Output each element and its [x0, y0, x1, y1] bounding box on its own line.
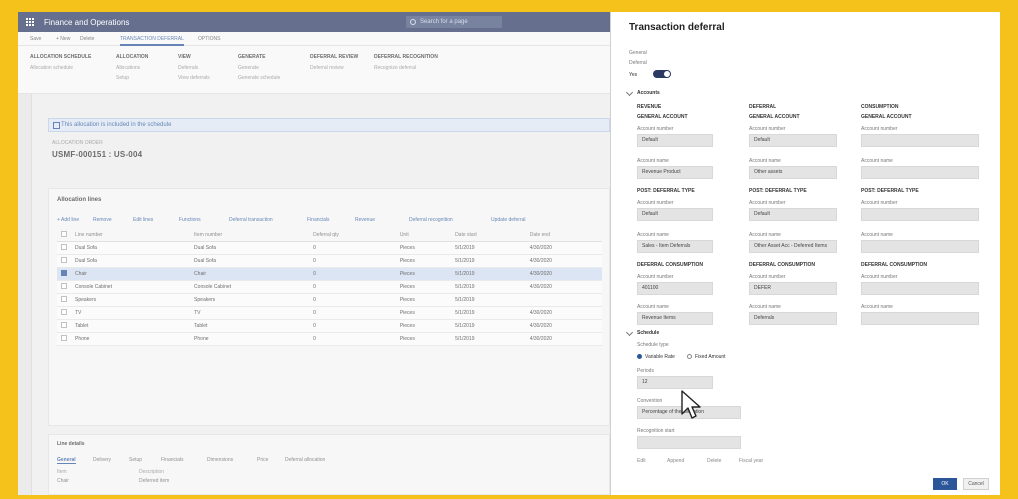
- revenue-account-number-field[interactable]: Default: [637, 134, 713, 147]
- consumption-account-name-field: [861, 166, 979, 179]
- field-label: Account name: [749, 232, 781, 238]
- deferral-post-account-field[interactable]: Default: [749, 208, 837, 221]
- chevron-down-icon[interactable]: [625, 88, 634, 97]
- field-label: Account name: [861, 158, 893, 164]
- consumption-account-number-field[interactable]: [861, 134, 979, 147]
- deferral-consumption-name-field: Deferrals: [749, 312, 837, 325]
- field-label: Account name: [861, 232, 893, 238]
- deferral-account-number-field[interactable]: Default: [749, 134, 837, 147]
- field-label: Account name: [749, 158, 781, 164]
- field-label: Account number: [861, 126, 898, 132]
- schedule-type-label: Schedule type: [637, 342, 669, 348]
- field-label: Account number: [861, 200, 898, 206]
- consumption-header: DEFERRAL CONSUMPTION: [861, 262, 928, 268]
- field-label: Account name: [637, 158, 669, 164]
- mouse-pointer-icon: [681, 390, 701, 419]
- deferral-toggle[interactable]: [653, 70, 671, 78]
- field-label: Account number: [749, 274, 786, 280]
- consumption-col-header: CONSUMPTION: [861, 104, 899, 110]
- periods-field[interactable]: 12: [637, 376, 713, 389]
- revenue-subheader: GENERAL ACCOUNT: [637, 114, 688, 120]
- radio-variable-rate[interactable]: [637, 354, 642, 359]
- edit-button[interactable]: Edit: [637, 458, 646, 464]
- deferral-account-name-field: Other assets: [749, 166, 837, 179]
- field-label: Account number: [749, 200, 786, 206]
- radio-label: Variable Rate: [645, 354, 675, 360]
- recognition-start-label: Recognition start: [637, 428, 675, 434]
- general-label: General: [629, 50, 647, 56]
- radio-fixed-amount[interactable]: [687, 354, 692, 359]
- field-label: Account number: [637, 126, 674, 132]
- post-header: POST: DEFERRAL TYPE: [749, 188, 807, 194]
- deferral-consumption-account-field[interactable]: DEFER: [749, 282, 837, 295]
- accounts-section-header[interactable]: Accounts: [637, 90, 660, 96]
- deferral-toggle-value: Yes: [629, 72, 638, 78]
- revenue-header: REVENUE: [637, 104, 662, 110]
- radio-label: Fixed Amount: [695, 354, 726, 360]
- panel-title: Transaction deferral: [629, 22, 725, 33]
- field-label: Account name: [861, 304, 893, 310]
- revenue-consumption-name-field: Revenue Items: [637, 312, 713, 325]
- post-header: POST: DEFERRAL TYPE: [637, 188, 695, 194]
- convention-label: Convention: [637, 398, 663, 404]
- consumption-subheader: GENERAL ACCOUNT: [861, 114, 912, 120]
- cancel-button[interactable]: Cancel: [963, 478, 989, 490]
- field-label: Account name: [749, 304, 781, 310]
- append-button[interactable]: Append: [667, 458, 684, 464]
- chevron-down-icon[interactable]: [625, 328, 634, 337]
- field-label: Account number: [861, 274, 898, 280]
- deferral-header: DEFERRAL: [749, 104, 777, 110]
- fiscal-year-button[interactable]: Fiscal year: [739, 458, 763, 464]
- panel-delete-button[interactable]: Delete: [707, 458, 721, 464]
- deferral-label: Deferral: [629, 60, 647, 66]
- field-label: Account name: [637, 232, 669, 238]
- consumption-consumption-name-field: [861, 312, 979, 325]
- consumption-post-account-field[interactable]: [861, 208, 979, 221]
- revenue-post-name-field: Sales - Item Deferrals: [637, 240, 713, 253]
- consumption-header: DEFERRAL CONSUMPTION: [749, 262, 816, 268]
- revenue-post-account-field[interactable]: Default: [637, 208, 713, 221]
- revenue-account-name-field: Revenue Product: [637, 166, 713, 179]
- app-frame: Finance and Operations Search for a page…: [18, 12, 1000, 495]
- post-header: POST: DEFERRAL TYPE: [861, 188, 919, 194]
- consumption-header: DEFERRAL CONSUMPTION: [637, 262, 704, 268]
- recognition-start-field[interactable]: [637, 436, 741, 449]
- consumption-post-name-field: [861, 240, 979, 253]
- consumption-consumption-account-field[interactable]: [861, 282, 979, 295]
- deferral-post-name-field: Other Asset Acc - Deferred Items: [749, 240, 837, 253]
- transaction-deferral-panel: Transaction deferral General Deferral Ye…: [610, 12, 1000, 495]
- field-label: Account name: [637, 304, 669, 310]
- ok-button[interactable]: OK: [933, 478, 957, 490]
- periods-label: Periods: [637, 368, 654, 374]
- field-label: Account number: [637, 274, 674, 280]
- modal-overlay: [18, 12, 610, 495]
- revenue-consumption-account-field[interactable]: 401100: [637, 282, 713, 295]
- field-label: Account number: [749, 126, 786, 132]
- schedule-section-header[interactable]: Schedule: [637, 330, 659, 336]
- field-label: Account number: [637, 200, 674, 206]
- deferral-subheader: GENERAL ACCOUNT: [749, 114, 800, 120]
